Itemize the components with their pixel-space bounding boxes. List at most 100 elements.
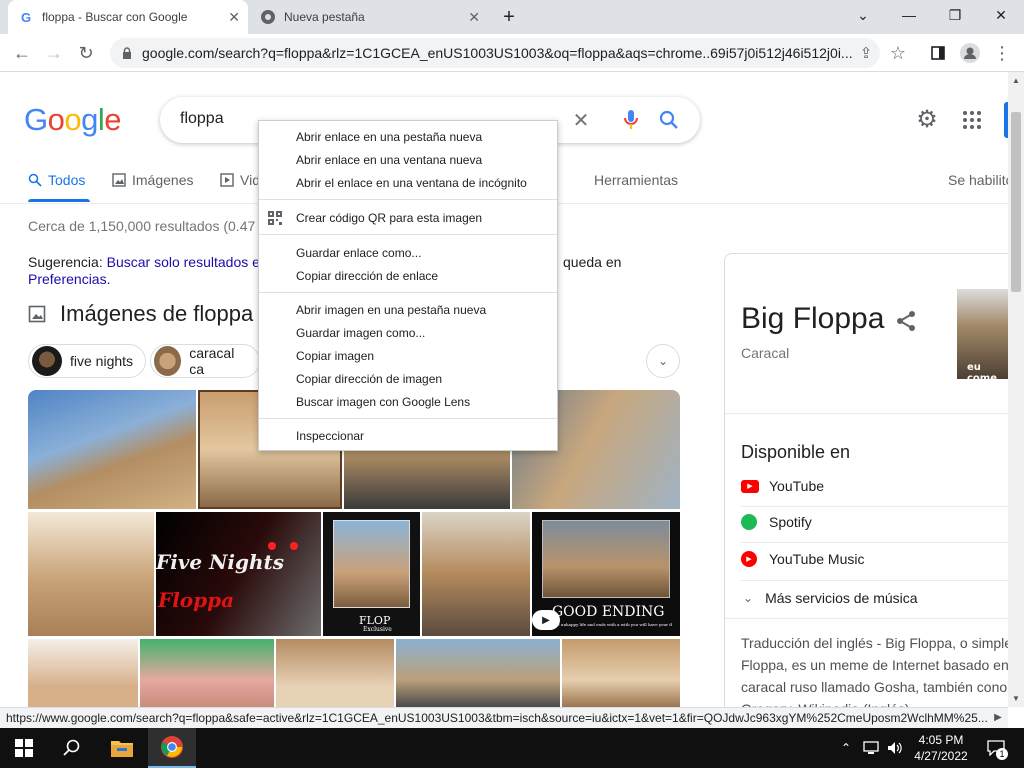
share-icon[interactable] (895, 310, 919, 334)
chrome-icon (260, 9, 276, 25)
menu-save-image-as[interactable]: Guardar imagen como... (259, 322, 557, 344)
scroll-up-arrow-icon[interactable]: ▲ (1012, 76, 1020, 85)
image-result[interactable]: Five Nights Floppa (156, 512, 321, 636)
tab-search-button[interactable]: ⌄ (840, 0, 886, 30)
minimize-button[interactable]: — (886, 0, 932, 30)
close-tab-icon[interactable]: ✕ (468, 9, 480, 26)
file-explorer-icon[interactable] (98, 728, 146, 768)
tab-videos[interactable]: Vid (220, 172, 260, 188)
menu-create-qr[interactable]: Crear código QR para esta imagen (259, 207, 557, 229)
volume-icon[interactable] (884, 728, 906, 768)
clock[interactable]: 4:05 PM 4/27/2022 (910, 728, 972, 768)
image-result[interactable]: FLOP Exclusive (323, 512, 420, 636)
chips-next-button[interactable]: ⌄ (646, 344, 680, 378)
menu-save-link-as[interactable]: Guardar enlace como... (259, 242, 557, 264)
reload-icon[interactable]: ↻ (72, 39, 100, 67)
apps-grid-icon[interactable] (962, 110, 984, 132)
menu-inspect[interactable]: Inspeccionar (259, 425, 557, 447)
image-result[interactable] (28, 512, 154, 636)
restore-button[interactable]: ❐ (932, 0, 978, 30)
image-result[interactable] (562, 639, 680, 707)
search-icon[interactable] (658, 109, 680, 131)
menu-search-google-lens[interactable]: Buscar imagen con Google Lens (259, 391, 557, 413)
tray-chevron-up-icon[interactable]: ⌃ (836, 728, 856, 768)
suggestion-link[interactable]: Buscar solo resultados e (107, 254, 260, 270)
bookmark-star-icon[interactable]: ☆ (884, 39, 912, 67)
image-result[interactable] (396, 639, 560, 707)
chip-thumbnail (154, 346, 182, 376)
menu-copy-image[interactable]: Copiar imagen (259, 345, 557, 367)
image-small-icon (112, 173, 126, 187)
kp-subtitle: Caracal (741, 345, 790, 361)
tab-title: Nueva pestaña (284, 10, 365, 24)
menu-open-link-new-tab[interactable]: Abrir enlace en una pestaña nueva (259, 126, 557, 148)
share-icon[interactable]: ⇪ (852, 39, 880, 67)
scroll-right-arrow-icon[interactable]: ▶ (990, 709, 1006, 725)
youtube-icon: ▶ (741, 479, 759, 493)
image-result[interactable] (28, 390, 196, 509)
forward-arrow-icon[interactable]: → (40, 39, 68, 67)
good-ending-photo (542, 520, 670, 598)
chip-caracal[interactable]: caracal ca (150, 344, 260, 378)
kp-divider (725, 618, 1008, 619)
image-result[interactable]: GOOD ENDING The unhappy life and ends wi… (532, 512, 680, 636)
status-bar-url: https://www.google.com/search?q=floppa&s… (0, 707, 1008, 728)
play-icon[interactable]: ▶ (532, 610, 560, 630)
tab-new-tab[interactable]: Nueva pestaña ✕ (250, 0, 488, 34)
kp-thumbnail[interactable]: eu come (957, 289, 1008, 379)
microphone-icon[interactable] (620, 109, 642, 131)
new-tab-button[interactable]: + (488, 2, 530, 32)
close-window-button[interactable]: ✕ (978, 0, 1024, 30)
image-result[interactable] (28, 639, 138, 707)
search-small-icon (28, 173, 42, 187)
clear-search-icon[interactable]: ✕ (570, 109, 592, 132)
chip-five-nights[interactable]: five nights (28, 344, 147, 378)
preferences-link[interactable]: Preferencias. (28, 271, 110, 287)
service-youtube-music[interactable]: ▶ YouTube Music (741, 551, 864, 567)
flop-subcaption: Exclusive (363, 626, 392, 633)
browser-tab-strip: G floppa - Buscar con Google ✕ Nueva pes… (0, 0, 1024, 34)
network-icon[interactable] (860, 728, 882, 768)
image-result[interactable] (422, 512, 530, 636)
five-nights-caption: Five Nights (156, 550, 285, 574)
flop-photo (333, 520, 410, 608)
menu-open-image-new-tab[interactable]: Abrir imagen en una pestaña nueva (259, 299, 557, 321)
tab-tools[interactable]: Herramientas (594, 172, 678, 188)
tab-all[interactable]: Todos (28, 172, 85, 188)
image-result[interactable] (140, 639, 274, 707)
side-panel-icon[interactable] (924, 39, 952, 67)
profile-avatar-icon[interactable] (956, 39, 984, 67)
google-logo[interactable]: Google (24, 102, 122, 138)
suggestion-tail: queda en (563, 254, 622, 270)
address-bar[interactable]: google.com/search?q=floppa&rlz=1C1GCEA_e… (110, 38, 880, 68)
search-input[interactable]: floppa (180, 110, 224, 128)
service-youtube[interactable]: ▶ YouTube (741, 478, 824, 494)
menu-separator (259, 199, 557, 200)
chrome-taskbar-icon[interactable] (148, 728, 196, 768)
windows-start-icon[interactable] (0, 728, 48, 768)
menu-open-link-new-window[interactable]: Abrir enlace en una ventana nueva (259, 149, 557, 171)
tab-images[interactable]: Imágenes (112, 172, 193, 188)
scrollbar-thumb[interactable] (1011, 112, 1021, 292)
menu-open-link-incognito[interactable]: Abrir el enlace en una ventana de incógn… (259, 172, 557, 194)
search-icon[interactable] (48, 728, 96, 768)
tab-google-search[interactable]: G floppa - Buscar con Google ✕ (8, 0, 248, 34)
close-tab-icon[interactable]: ✕ (228, 9, 240, 26)
suggestion-line: Sugerencia: Buscar solo resultados e (28, 254, 260, 270)
more-services-toggle[interactable]: ⌄ Más servicios de música (743, 590, 918, 606)
back-arrow-icon[interactable]: ← (8, 39, 36, 67)
browser-menu-icon[interactable]: ⋮ (988, 39, 1016, 67)
menu-copy-image-address[interactable]: Copiar dirección de imagen (259, 368, 557, 390)
settings-gear-icon[interactable]: ⚙ (914, 107, 940, 133)
menu-copy-link-address[interactable]: Copiar dirección de enlace (259, 265, 557, 287)
browser-toolbar: ← → ↻ google.com/search?q=floppa&rlz=1C1… (0, 34, 1024, 72)
service-spotify[interactable]: Spotify (741, 514, 812, 530)
images-section-heading[interactable]: Imágenes de floppa (28, 301, 253, 327)
safe-search-status[interactable]: Se habilitó (948, 172, 1008, 188)
context-menu: Abrir enlace en una pestaña nueva Abrir … (258, 120, 558, 451)
notification-center-icon[interactable]: 1 (982, 728, 1010, 768)
scroll-down-arrow-icon[interactable]: ▼ (1012, 694, 1020, 703)
image-section-icon (28, 305, 46, 323)
vertical-scrollbar[interactable]: ▲ ▼ (1008, 72, 1024, 707)
image-result[interactable] (276, 639, 394, 707)
